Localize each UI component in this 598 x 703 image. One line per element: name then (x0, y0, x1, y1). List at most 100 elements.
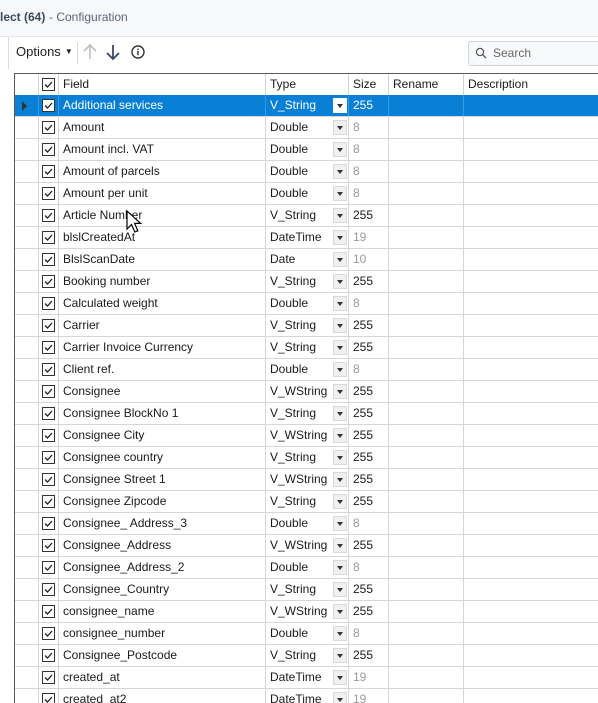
row-checkbox[interactable] (42, 649, 55, 662)
rename-cell[interactable] (389, 381, 464, 402)
table-row[interactable]: Consignee_Address_2 Double 8 (15, 557, 598, 579)
row-checkbox[interactable] (42, 253, 55, 266)
row-checkbox[interactable] (42, 187, 55, 200)
size-cell[interactable]: 8 (349, 557, 389, 578)
rename-cell[interactable] (389, 425, 464, 446)
field-name-cell[interactable]: Additional services (59, 95, 266, 116)
table-row[interactable]: Consignee City V_WString 255 (15, 425, 598, 447)
row-selector[interactable] (15, 205, 39, 226)
row-selector[interactable] (15, 293, 39, 314)
rename-cell[interactable] (389, 535, 464, 556)
row-checkbox[interactable] (42, 407, 55, 420)
header-type[interactable]: Type (266, 74, 349, 95)
row-checkbox-cell[interactable] (39, 183, 59, 204)
description-cell[interactable] (464, 95, 598, 116)
row-selector[interactable] (15, 271, 39, 292)
rename-cell[interactable] (389, 205, 464, 226)
type-dropdown-button[interactable] (333, 98, 347, 113)
size-cell[interactable]: 255 (349, 315, 389, 336)
table-row[interactable]: Amount per unit Double 8 (15, 183, 598, 205)
table-row[interactable]: Consignee_ Address_3 Double 8 (15, 513, 598, 535)
row-selector[interactable] (15, 95, 39, 116)
arrow-up-icon[interactable] (82, 43, 98, 61)
rename-cell[interactable] (389, 161, 464, 182)
rename-cell[interactable] (389, 469, 464, 490)
field-name-cell[interactable]: consignee_name (59, 601, 266, 622)
type-cell[interactable]: V_String (266, 95, 349, 116)
description-cell[interactable] (464, 359, 598, 380)
table-row[interactable]: created_at2 DateTime 19 (15, 689, 598, 703)
row-checkbox-cell[interactable] (39, 601, 59, 622)
row-checkbox[interactable] (42, 473, 55, 486)
type-dropdown-button[interactable] (333, 384, 347, 399)
description-cell[interactable] (464, 425, 598, 446)
row-checkbox-cell[interactable] (39, 425, 59, 446)
row-checkbox-cell[interactable] (39, 271, 59, 292)
description-cell[interactable] (464, 183, 598, 204)
field-name-cell[interactable]: Consignee_ Address_3 (59, 513, 266, 534)
type-cell[interactable]: V_String (266, 337, 349, 358)
row-selector[interactable] (15, 381, 39, 402)
description-cell[interactable] (464, 689, 598, 703)
options-menu-button[interactable]: Options ▼ (16, 44, 73, 59)
row-checkbox[interactable] (42, 495, 55, 508)
table-row[interactable]: Booking number V_String 255 (15, 271, 598, 293)
row-checkbox-cell[interactable] (39, 491, 59, 512)
description-cell[interactable] (464, 645, 598, 666)
table-row[interactable]: Consignee_Country V_String 255 (15, 579, 598, 601)
rename-cell[interactable] (389, 403, 464, 424)
type-cell[interactable]: V_String (266, 645, 349, 666)
description-cell[interactable] (464, 601, 598, 622)
row-checkbox-cell[interactable] (39, 667, 59, 688)
rename-cell[interactable] (389, 513, 464, 534)
description-cell[interactable] (464, 513, 598, 534)
row-checkbox[interactable] (42, 297, 55, 310)
table-row[interactable]: blslCreatedAt DateTime 19 (15, 227, 598, 249)
rename-cell[interactable] (389, 579, 464, 600)
type-dropdown-button[interactable] (333, 428, 347, 443)
row-checkbox-cell[interactable] (39, 623, 59, 644)
row-checkbox-cell[interactable] (39, 557, 59, 578)
field-name-cell[interactable]: Consignee (59, 381, 266, 402)
table-row[interactable]: Consignee Zipcode V_String 255 (15, 491, 598, 513)
rename-cell[interactable] (389, 557, 464, 578)
description-cell[interactable] (464, 117, 598, 138)
row-checkbox[interactable] (42, 561, 55, 574)
size-cell[interactable]: 255 (349, 469, 389, 490)
table-row[interactable]: Client ref. Double 8 (15, 359, 598, 381)
rename-cell[interactable] (389, 95, 464, 116)
table-row[interactable]: Consignee Street 1 V_WString 255 (15, 469, 598, 491)
row-checkbox[interactable] (42, 363, 55, 376)
description-cell[interactable] (464, 579, 598, 600)
size-cell[interactable]: 8 (349, 293, 389, 314)
row-selector[interactable] (15, 667, 39, 688)
rename-cell[interactable] (389, 667, 464, 688)
type-cell[interactable]: DateTime (266, 227, 349, 248)
row-selector[interactable] (15, 117, 39, 138)
row-checkbox-cell[interactable] (39, 249, 59, 270)
row-checkbox[interactable] (42, 209, 55, 222)
size-cell[interactable]: 8 (349, 183, 389, 204)
description-cell[interactable] (464, 623, 598, 644)
type-dropdown-button[interactable] (333, 296, 347, 311)
field-name-cell[interactable]: Carrier Invoice Currency (59, 337, 266, 358)
row-checkbox-cell[interactable] (39, 337, 59, 358)
size-cell[interactable]: 8 (349, 161, 389, 182)
type-cell[interactable]: V_WString (266, 469, 349, 490)
row-checkbox[interactable] (42, 165, 55, 178)
field-name-cell[interactable]: Article Number (59, 205, 266, 226)
row-checkbox[interactable] (42, 99, 55, 112)
info-icon[interactable] (130, 43, 146, 61)
row-checkbox-cell[interactable] (39, 95, 59, 116)
table-row[interactable]: Consignee BlockNo 1 V_String 255 (15, 403, 598, 425)
row-selector[interactable] (15, 557, 39, 578)
size-cell[interactable]: 255 (349, 381, 389, 402)
row-selector[interactable] (15, 425, 39, 446)
table-row[interactable]: Consignee_Address V_WString 255 (15, 535, 598, 557)
row-checkbox-cell[interactable] (39, 535, 59, 556)
type-cell[interactable]: V_String (266, 447, 349, 468)
row-checkbox[interactable] (42, 605, 55, 618)
type-cell[interactable]: DateTime (266, 689, 349, 703)
row-checkbox[interactable] (42, 143, 55, 156)
row-selector[interactable] (15, 535, 39, 556)
